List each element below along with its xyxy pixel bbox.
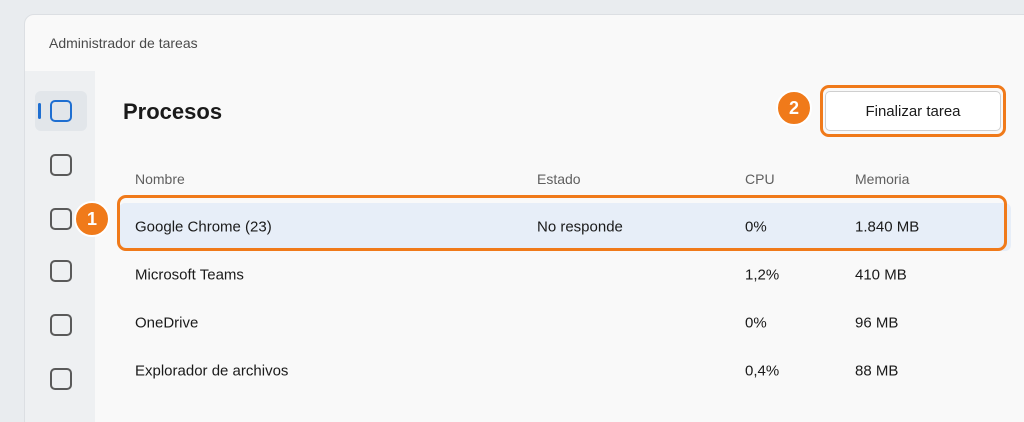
process-memory: 96 MB <box>855 314 899 332</box>
nav-item-users[interactable] <box>35 305 87 345</box>
step2-badge: 2 <box>776 90 812 126</box>
sidebar-nav <box>25 71 95 422</box>
process-name: OneDrive <box>135 314 199 332</box>
table-row[interactable]: OneDrive 0% 96 MB <box>119 299 1011 347</box>
active-indicator <box>38 103 41 119</box>
table-row[interactable]: Explorador de archivos 0,4% 88 MB <box>119 347 1011 395</box>
column-header-cpu[interactable]: CPU <box>745 171 775 187</box>
page-title: Procesos <box>123 99 223 124</box>
process-status: No responde <box>537 218 623 236</box>
process-name: Microsoft Teams <box>135 266 244 284</box>
step1-badge: 1 <box>74 201 110 237</box>
process-memory: 1.840 MB <box>855 218 920 236</box>
column-header-name[interactable]: Nombre <box>135 171 185 187</box>
process-cpu: 0,4% <box>745 362 780 380</box>
process-cpu: 0% <box>745 314 767 332</box>
table-row[interactable]: Google Chrome (23) No responde 0% 1.840 … <box>119 203 1011 251</box>
process-cpu: 0% <box>745 218 767 236</box>
app-history-icon <box>50 208 72 230</box>
column-header-memory[interactable]: Memoria <box>855 171 909 187</box>
process-name: Explorador de archivos <box>135 362 289 380</box>
startup-apps-icon <box>50 260 72 282</box>
process-memory: 88 MB <box>855 362 899 380</box>
performance-icon <box>50 154 72 176</box>
nav-item-performance[interactable] <box>35 145 87 185</box>
table-header: Nombre Estado CPU Memoria <box>119 155 1011 203</box>
task-manager-window: Administrador de tareas Procesos Finaliz… <box>24 14 1024 422</box>
details-icon <box>50 368 72 390</box>
process-name: Google Chrome (23) <box>135 218 272 236</box>
process-memory: 410 MB <box>855 266 907 284</box>
table-row[interactable]: Microsoft Teams 1,2% 410 MB <box>119 251 1011 299</box>
nav-item-startup-apps[interactable] <box>35 251 87 291</box>
users-icon <box>50 314 72 336</box>
nav-item-details[interactable] <box>35 359 87 399</box>
window-title: Administrador de tareas <box>49 35 198 51</box>
nav-item-processes[interactable] <box>35 91 87 131</box>
end-task-button[interactable]: Finalizar tarea <box>825 91 1001 131</box>
column-header-status[interactable]: Estado <box>537 171 581 187</box>
process-cpu: 1,2% <box>745 266 780 284</box>
process-table: Nombre Estado CPU Memoria Google Chrome … <box>119 155 1011 395</box>
processes-icon <box>50 100 72 122</box>
